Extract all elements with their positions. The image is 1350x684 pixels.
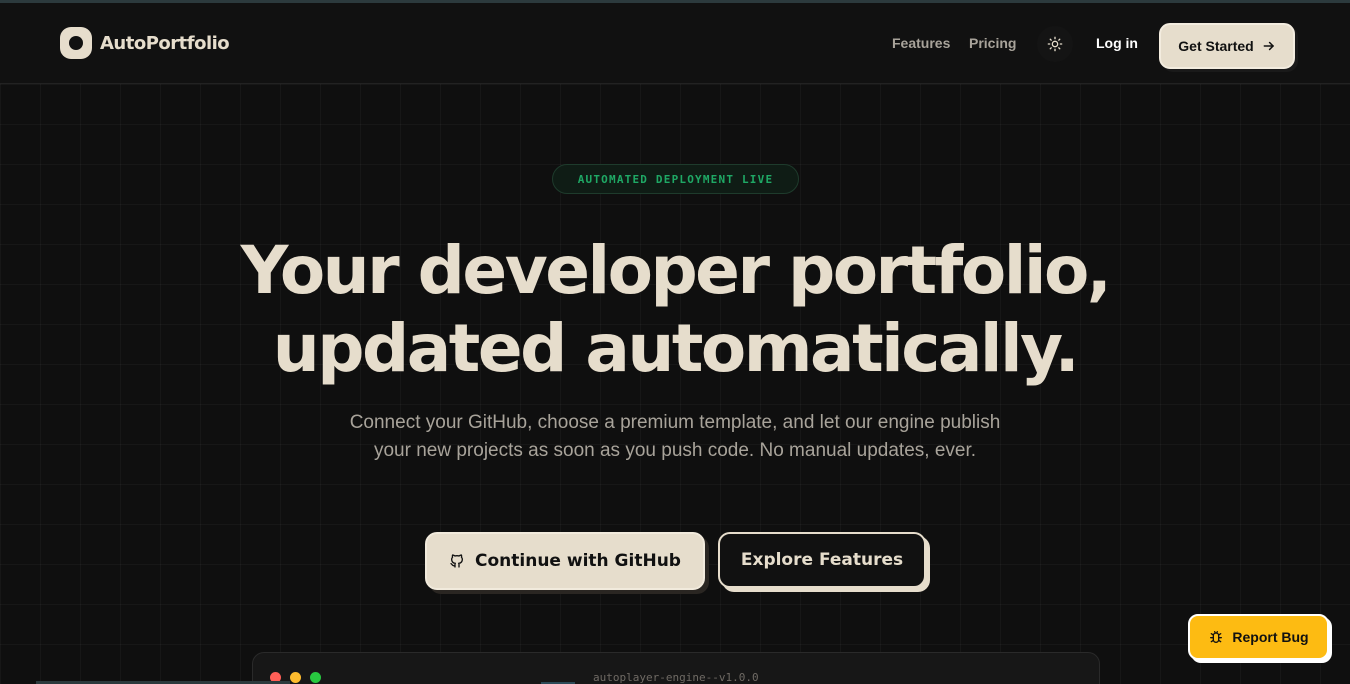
hero-title: Your developer portfolio, updated automa… [0,232,1350,388]
get-started-label: Get Started [1178,38,1254,54]
bug-icon [1210,631,1223,643]
explore-features-button[interactable]: Explore Features [718,532,926,588]
hero-title-line2: updated automatically. [272,310,1080,387]
terminal-title: autoplayer-engine--v1.0.0 [593,671,759,684]
terminal-preview-window: autoplayer-engine--v1.0.0 [252,652,1100,684]
status-badge: AUTOMATED DEPLOYMENT LIVE [552,164,799,194]
hero-title-line1: Your developer portfolio, [240,232,1112,309]
hero-subtitle: Connect your GitHub, choose a premium te… [349,412,1001,461]
brand-logo[interactable]: AutoPortfolio [60,27,230,59]
theme-toggle-button[interactable] [1037,26,1073,62]
sun-icon [1047,36,1063,52]
logo-icon [60,27,92,59]
get-started-button[interactable]: Get Started [1159,23,1295,69]
continue-with-github-button[interactable]: Continue with GitHub [425,532,705,590]
nav-pricing-link[interactable]: Pricing [969,35,1016,51]
arrow-right-icon [1263,41,1274,51]
brand-name: AutoPortfolio [100,32,230,54]
maximize-dot-icon [310,672,321,683]
login-link[interactable]: Log in [1096,35,1138,51]
site-header: AutoPortfolio Features Pricing Log in Ge… [0,3,1350,84]
minimize-dot-icon [290,672,301,683]
continue-with-github-label: Continue with GitHub [475,551,681,571]
report-bug-label: Report Bug [1232,629,1309,645]
report-bug-button[interactable]: Report Bug [1188,614,1329,660]
nav-features-link[interactable]: Features [892,35,950,51]
github-icon [450,554,464,568]
